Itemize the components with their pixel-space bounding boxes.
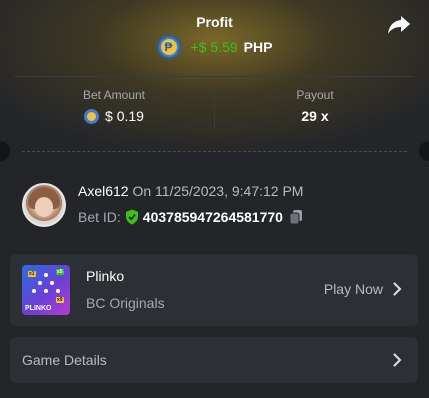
verified-shield-icon <box>125 209 138 225</box>
profit-header: Profit ₱ +$ 5.59 PHP Bet Amount $ 0.19 P… <box>0 0 429 152</box>
bet-date: On 11/25/2023, 9:47:12 PM <box>132 183 304 199</box>
bet-amount-label: Bet Amount <box>82 88 146 102</box>
bet-amount-row: $ 0.19 <box>54 108 174 124</box>
game-details-label: Game Details <box>22 352 107 368</box>
game-details-row[interactable]: Game Details <box>10 337 418 383</box>
profit-title: Profit <box>196 14 233 30</box>
profit-value: +$ 5.59 <box>190 39 238 55</box>
payout-stat: Payout 29 x <box>255 88 375 124</box>
plinko-thumbnail: x1 x5 x9 PLINKO <box>22 265 70 315</box>
dashed-divider <box>22 151 407 152</box>
bet-id-label: Bet ID: <box>78 209 121 225</box>
share-icon[interactable] <box>387 14 411 36</box>
play-now-label: Play Now <box>323 281 383 297</box>
plinko-thumb-text: PLINKO <box>25 305 52 312</box>
bet-id-value: 403785947264581770 <box>142 209 283 225</box>
bet-amount-value: $ 0.19 <box>105 108 144 124</box>
stat-separator <box>214 90 215 128</box>
bet-id-line: Bet ID: 403785947264581770 <box>78 209 303 225</box>
copy-icon[interactable] <box>289 209 303 225</box>
bet-amount-stat: Bet Amount $ 0.19 <box>54 88 174 124</box>
profit-row: ₱ +$ 5.59 PHP <box>0 34 429 60</box>
game-title: Plinko <box>86 268 125 284</box>
profit-currency: PHP <box>243 39 273 55</box>
payout-value: 29 x <box>301 108 329 124</box>
bet-detail-card: Profit ₱ +$ 5.59 PHP Bet Amount $ 0.19 P… <box>0 0 429 398</box>
game-provider: BC Originals <box>86 295 165 311</box>
avatar[interactable] <box>22 183 66 227</box>
payout-label: Payout <box>296 88 334 102</box>
divider <box>14 76 413 77</box>
bet-user-line: Axel612 On 11/25/2023, 9:47:12 PM <box>78 183 303 199</box>
chevron-right-icon <box>393 353 402 367</box>
game-card[interactable]: x1 x5 x9 PLINKO Plinko BC Originals Play… <box>10 254 418 326</box>
ticket-notch-right <box>419 141 429 161</box>
php-coin-icon: ₱ <box>156 35 181 59</box>
play-now-button[interactable]: Play Now <box>324 281 402 297</box>
php-coin-small-icon <box>84 108 100 124</box>
chevron-right-icon <box>393 282 402 296</box>
username[interactable]: Axel612 <box>78 183 129 199</box>
